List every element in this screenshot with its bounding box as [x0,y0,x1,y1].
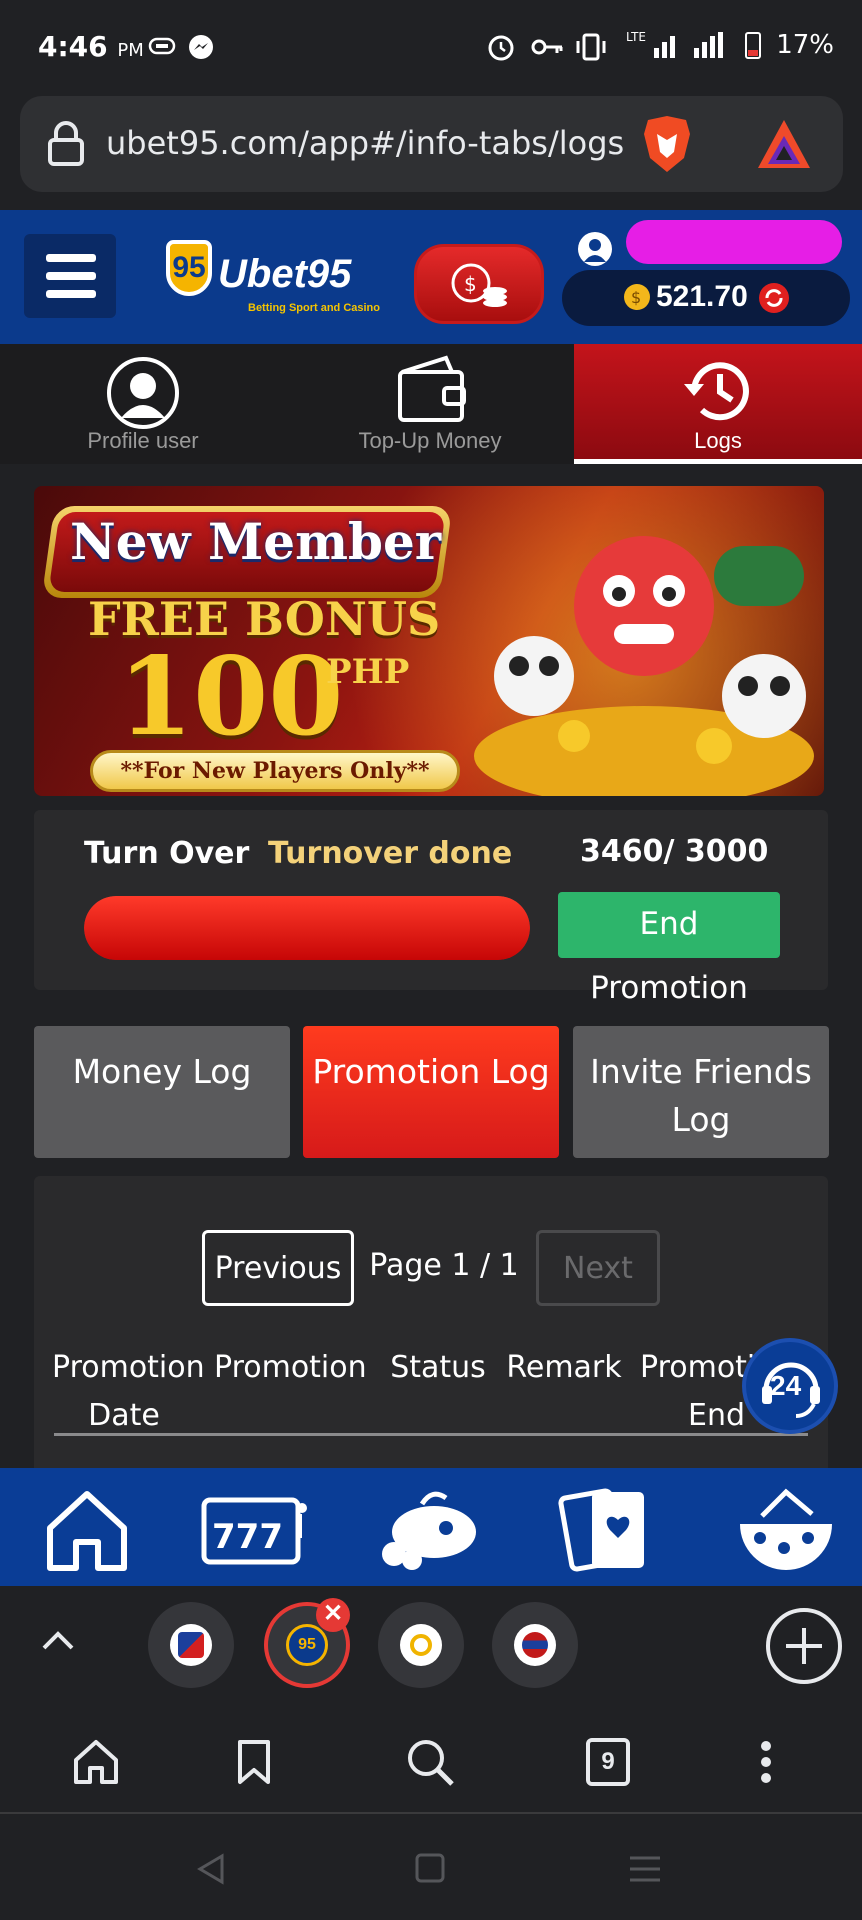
recents-square-icon[interactable] [414,1852,446,1884]
slots-icon[interactable]: 777 [200,1484,310,1574]
cards-icon[interactable] [558,1484,668,1574]
coin-icon: $ [624,284,650,310]
tab-profile-user[interactable]: Profile user [0,344,286,464]
balance-value: 521.70 [656,280,748,313]
alarm-icon [488,35,514,61]
banner-footnote: **For New Players Only** [90,750,460,792]
page-indicator: Page 1 / 1 [369,1248,519,1283]
clock: 4:46 PM [38,30,144,63]
status-icons: LTE 17% [488,30,834,61]
turnover-progress-fill [84,896,530,960]
tab-label: Logs [694,428,742,453]
browser-tab-strip: 95 ✕ [0,1586,862,1710]
history-icon [684,362,749,421]
previous-page-button[interactable]: Previous [202,1230,354,1306]
balance-display: $ 521.70 [562,270,850,326]
promo-banner[interactable]: New Member FREE BONUS 100 PHP **For New … [34,486,824,796]
clock-ampm: PM [117,40,144,61]
data-saver-icon [148,37,176,55]
lock-icon [48,121,84,166]
battery-icon [745,32,761,59]
column-header-remark: Remark [506,1350,622,1385]
turnover-status: Turnover done [268,836,513,871]
logo-badge: 95 [166,240,212,296]
turnover-progress-bar [84,896,530,960]
svg-text:$: $ [631,288,641,307]
url-text[interactable]: ubet95.com/app#/info-tabs/logs [106,124,624,162]
banner-headline: New Member [70,512,442,571]
live-support-button[interactable]: 24 [742,1338,838,1434]
menu-lines-icon[interactable] [628,1854,662,1884]
lottery-icon[interactable] [732,1484,842,1574]
vibrate-icon [576,33,606,61]
android-navigation-bar [0,1816,862,1920]
vpn-key-icon [531,39,563,55]
status-bar: 4:46 PM LTE 17% [0,0,862,92]
tab-logs[interactable]: Logs [574,344,862,464]
tab-favicon-1[interactable] [148,1602,234,1688]
redacted-username [626,220,842,264]
column-header-promotion: Promotion [52,1350,205,1385]
end-promotion-button[interactable]: End Promotion [558,892,780,1006]
logo-tagline: Betting Sport and Casino [248,302,380,314]
browser-toolbar: 9 [0,1710,862,1814]
search-icon[interactable] [404,1736,456,1788]
logo-text: Ubet95 [218,252,352,296]
svg-text:$: $ [464,272,477,296]
next-page-button[interactable]: Next [536,1230,660,1306]
more-options-icon[interactable] [754,1738,778,1786]
turnover-progress-text: 3460/ 3000 [580,834,769,869]
table-header-divider [54,1433,808,1436]
messenger-icon [189,35,213,59]
account-tabs: Profile user Top-Up Money Logs [0,344,862,464]
user-avatar-icon [578,232,612,266]
refresh-balance-icon[interactable] [758,282,790,314]
bookmark-icon[interactable] [234,1738,274,1786]
wallet-icon [398,355,466,422]
support-badge-text: 24 [770,1370,802,1401]
back-icon[interactable] [196,1852,226,1886]
chevron-up-icon[interactable] [40,1628,76,1652]
turnover-label: Turn Over [84,836,250,871]
coins-icon: $ [451,263,507,307]
banner-currency: PHP [326,652,410,692]
deposit-coin-button[interactable]: $ [414,244,544,324]
tab-top-up-money[interactable]: Top-Up Money [286,344,574,464]
tab-label: Profile user [87,428,199,453]
log-table-panel: Previous Page 1 / 1 Next Promotion Promo… [34,1176,828,1476]
network-type: LTE [626,30,646,44]
hamburger-menu-button[interactable] [24,234,116,318]
lion-dance-mascots-image [474,536,814,796]
address-bar[interactable]: ubet95.com/app#/info-tabs/logs [20,96,843,192]
brave-rewards-icon[interactable] [756,118,812,170]
signal-icon [654,32,723,58]
home-icon[interactable] [32,1484,142,1574]
brave-shields-icon[interactable] [640,114,694,174]
svg-text:777: 777 [212,1517,283,1557]
tab-promotion-log[interactable]: Promotion Log [303,1026,559,1158]
home-icon[interactable] [72,1738,120,1786]
turnover-panel: Turn Over Turnover done 3460/ 3000 End P… [34,810,828,1006]
new-tab-icon[interactable] [764,1606,844,1686]
tab-label: Top-Up Money [358,428,502,453]
tab-count-button[interactable]: 9 [586,1738,630,1786]
profile-user-icon [107,357,179,429]
site-header: 95 Ubet95 Betting Sport and Casino $ $ 5… [0,210,862,344]
tab-favicon-3[interactable] [378,1602,464,1688]
column-header-status: Status [390,1350,486,1385]
game-category-bar: 777 [0,1468,862,1586]
tab-money-log[interactable]: Money Log [34,1026,290,1158]
clock-time: 4:46 [38,30,108,63]
fishing-icon[interactable] [372,1484,482,1574]
banner-amount: 100 [118,634,344,760]
tab-invite-friends-log[interactable]: Invite Friends Log [573,1026,829,1158]
battery-level: 17% [776,30,834,60]
tab-favicon-4[interactable] [492,1602,578,1688]
close-tab-icon[interactable]: ✕ [316,1598,350,1632]
column-header-promotion-date: Promotion [214,1350,367,1385]
